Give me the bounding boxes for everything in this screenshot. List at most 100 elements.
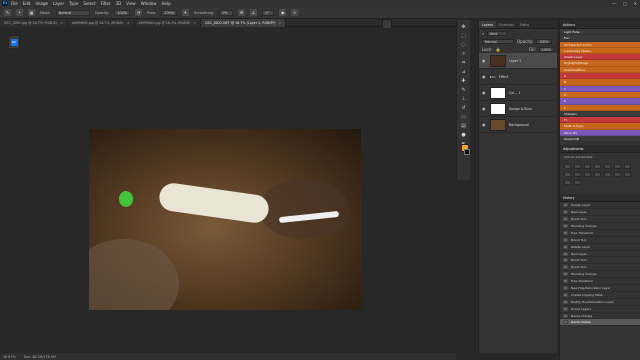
healing-tool-icon[interactable]: ✚: [460, 77, 468, 85]
history-panel-title[interactable]: History: [560, 194, 640, 203]
zoom-level[interactable]: 16.67%: [3, 355, 16, 359]
angle-field[interactable]: 0°: [262, 9, 275, 16]
tab-channels[interactable]: Channels: [496, 21, 517, 28]
color-balance-icon[interactable]: [624, 164, 631, 170]
layer-fill-field[interactable]: 100%: [538, 46, 554, 52]
brush-tool-icon[interactable]: ✎: [4, 9, 11, 16]
menu-help[interactable]: Help: [161, 1, 170, 6]
black-white-icon[interactable]: [564, 172, 571, 178]
layer-group-row[interactable]: ◉ Dodge & Burn: [479, 101, 557, 117]
lock-icon[interactable]: 🔒: [495, 47, 500, 52]
history-item[interactable]: Free Transform: [560, 230, 640, 237]
background-color-swatch[interactable]: [464, 149, 470, 155]
menu-image[interactable]: Image: [35, 1, 48, 6]
airbrush-icon[interactable]: ✈: [182, 9, 190, 16]
layer-opacity-field[interactable]: 100%: [536, 38, 552, 44]
history-item[interactable]: Blending Change: [560, 271, 640, 279]
eraser-tool-icon[interactable]: ▭: [460, 113, 468, 121]
vibrance-icon[interactable]: [604, 164, 611, 170]
history-item[interactable]: Delete Layer: [560, 244, 640, 251]
layer-row[interactable]: ◉ Col... 1: [479, 85, 557, 101]
exposure-icon[interactable]: [594, 164, 601, 170]
close-tab-icon[interactable]: ×: [279, 19, 282, 27]
menu-edit[interactable]: Edit: [23, 1, 31, 6]
action-item[interactable]: Global DB: [560, 136, 640, 143]
adjustments-panel-title[interactable]: Adjustments: [560, 145, 640, 154]
move-tool-icon[interactable]: ✥: [460, 23, 468, 31]
levels-icon[interactable]: [574, 164, 581, 170]
history-item[interactable]: Name Change: [560, 313, 640, 320]
tab-layers[interactable]: Layers: [479, 21, 496, 28]
visibility-eye-icon[interactable]: ◉: [482, 58, 487, 63]
history-item[interactable]: New Layer: [560, 251, 640, 258]
history-brush-icon[interactable]: ↺: [460, 104, 468, 112]
actions-panel-title[interactable]: Actions: [560, 21, 640, 29]
tab-document-4[interactable]: DSC_6822.NEF @ 16.7% (Layer 2, RGB/8*) ×: [201, 19, 287, 27]
quick-select-tool-icon[interactable]: ✧: [460, 50, 468, 58]
lasso-tool-icon[interactable]: ◌: [460, 41, 468, 49]
brush-settings-icon[interactable]: ▦: [28, 9, 35, 16]
minimize-button[interactable]: —: [612, 1, 616, 6]
curves-icon[interactable]: [584, 164, 591, 170]
canvas-area[interactable]: [0, 28, 453, 353]
menu-layer[interactable]: Layer: [53, 1, 64, 6]
history-item[interactable]: Free Transform: [560, 278, 640, 286]
crop-tool-icon[interactable]: ⌗: [460, 59, 468, 67]
history-item[interactable]: Delete Layer: [560, 202, 640, 210]
marquee-tool-icon[interactable]: ⬚: [460, 32, 468, 40]
layer-row[interactable]: ◉ Layer 1: [479, 53, 557, 69]
stamp-tool-icon[interactable]: ⊥: [460, 95, 468, 103]
history-item[interactable]: Brush Tool: [560, 216, 640, 224]
close-tab-icon[interactable]: ×: [60, 19, 63, 27]
threshold-icon[interactable]: [624, 172, 631, 178]
history-item-current[interactable]: Name Visible: [560, 319, 640, 327]
visibility-eye-icon[interactable]: ◉: [482, 90, 487, 95]
gradient-tool-icon[interactable]: ▤: [460, 122, 468, 130]
channel-mixer-icon[interactable]: [584, 172, 591, 178]
opacity-field[interactable]: 100%: [114, 9, 131, 16]
brush-tool-icon[interactable]: ✎: [460, 86, 468, 94]
history-item[interactable]: Brush Tool: [560, 264, 640, 272]
document-image[interactable]: [89, 129, 361, 310]
tool-preset-badge[interactable]: BA: [10, 38, 18, 46]
history-item[interactable]: Create Clipping Mask: [560, 292, 640, 299]
color-lookup-icon[interactable]: [594, 172, 601, 178]
menu-select[interactable]: Select: [83, 1, 95, 6]
mode-select[interactable]: Normal: [55, 9, 90, 16]
kind-filter-select[interactable]: Kind: [487, 30, 508, 36]
eyedropper-tool-icon[interactable]: ⊿: [460, 68, 468, 76]
menu-file[interactable]: File: [11, 1, 18, 6]
history-item[interactable]: New Hue/Saturation Layer: [560, 285, 640, 292]
visibility-eye-icon[interactable]: ◉: [482, 122, 487, 127]
history-item[interactable]: Group Layers: [560, 306, 640, 313]
menu-view[interactable]: View: [126, 1, 136, 6]
menu-type[interactable]: Type: [69, 1, 78, 6]
tab-document-3[interactable]: AMPHIKIS.jpg @ 16.7% (RGB/8) ×: [134, 19, 202, 27]
close-tab-icon[interactable]: ×: [127, 19, 130, 27]
visibility-eye-icon[interactable]: ◉: [482, 74, 487, 79]
brush-preset-picker[interactable]: •: [16, 9, 23, 16]
history-item[interactable]: Blending Change: [560, 223, 640, 230]
layer-group-row[interactable]: ◉ ▸▭ Effect: [479, 69, 557, 85]
history-item[interactable]: Brush Tool: [560, 237, 640, 244]
gear-icon[interactable]: ⚙: [238, 9, 246, 16]
dodge-tool-icon[interactable]: ●: [460, 131, 468, 139]
document-size[interactable]: Doc: 46.2M/176.0M: [24, 355, 56, 359]
photoshop-logo[interactable]: Ps: [2, 1, 8, 6]
maximize-button[interactable]: □: [623, 1, 627, 6]
menu-3d[interactable]: 3D: [116, 1, 122, 6]
layer-row[interactable]: ◉ Background: [479, 117, 557, 133]
tab-document-2[interactable]: AMPHIKIS.jpg @ 16.7% (RGB/8) ×: [67, 19, 135, 27]
invert-icon[interactable]: [604, 172, 611, 178]
gradient-map-icon[interactable]: [564, 180, 571, 186]
close-button[interactable]: ✕: [634, 1, 637, 6]
blend-mode-select[interactable]: Normal: [482, 38, 514, 44]
menu-window[interactable]: Window: [141, 1, 157, 6]
flow-field[interactable]: 100%: [161, 9, 178, 16]
history-item[interactable]: Brush Tool: [560, 257, 640, 265]
smoothing-field[interactable]: 0%: [219, 9, 234, 16]
history-item[interactable]: Modify Hue/Saturation Layer: [560, 299, 640, 306]
posterize-icon[interactable]: [614, 172, 621, 178]
visibility-eye-icon[interactable]: ◉: [482, 106, 487, 111]
close-tab-icon[interactable]: ×: [193, 19, 196, 27]
